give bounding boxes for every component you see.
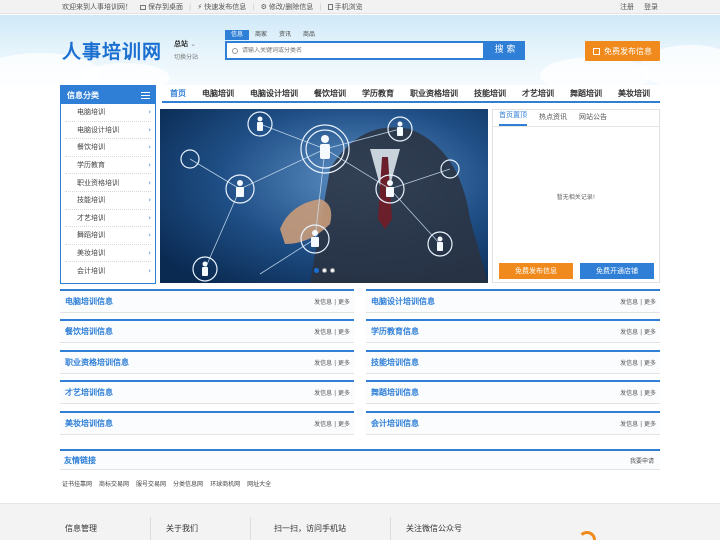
banner-image — [160, 109, 488, 283]
tab-top[interactable]: 首页置顶 — [499, 110, 527, 126]
section-header: 舞蹈培训信息 发信息 | 更多 — [366, 380, 660, 404]
chevron-right-icon: › — [148, 231, 151, 240]
register-link[interactable]: 注册 — [620, 2, 634, 12]
search-tab-shop[interactable]: 商家 — [249, 30, 273, 40]
notice-panel: 首页置顶 热点资讯 网站公告 暂无相关记录! 免费发布信息 免费开通店铺 — [492, 109, 660, 283]
edit-delete-link[interactable]: ⚙ 修改/删除信息 — [261, 2, 314, 12]
empty-message: 暂无相关记录! — [556, 194, 596, 201]
category-item[interactable]: 会计培训 › — [65, 262, 151, 280]
tab-hot-news[interactable]: 热点资讯 — [539, 112, 567, 126]
nav-item[interactable]: 美妆培训 — [610, 88, 658, 99]
chevron-right-icon: › — [148, 161, 151, 170]
slider-dot[interactable] — [329, 268, 335, 273]
site-logo[interactable]: 人事培训网 — [62, 37, 162, 64]
section-header: 电脑设计培训信息 发信息 | 更多 — [366, 289, 660, 313]
section-header: 职业资格培训信息 发信息 | 更多 — [60, 350, 354, 374]
category-header: 信息分类 — [61, 86, 155, 104]
section-header: 电脑培训信息 发信息 | 更多 — [60, 289, 354, 313]
slider-dot[interactable] — [313, 268, 319, 273]
chevron-right-icon: › — [148, 108, 151, 117]
category-panel: 信息分类 电脑培训 › 电脑设计培训 › 餐饮培训 › 学历教育 › 职业资格培训 › 技… — [60, 85, 156, 284]
friend-link[interactable]: 服号交易网 — [136, 479, 166, 488]
publish-button[interactable]: 免费发布信息 — [585, 41, 660, 61]
login-link[interactable]: 登录 — [644, 2, 658, 12]
menu-icon[interactable] — [141, 91, 150, 99]
footer-col-title: 关注微信公众号 — [406, 524, 462, 533]
nav-item[interactable]: 才艺培训 — [514, 88, 562, 99]
slider-dots — [160, 268, 488, 273]
friend-link[interactable]: 商标交易网 — [99, 479, 129, 488]
search-box — [225, 41, 485, 60]
section-header: 会计培训信息 发信息 | 更多 — [366, 411, 660, 435]
city-switch[interactable]: 总站 ⌄ — [174, 39, 196, 49]
friend-link[interactable]: 环球商机网 — [210, 479, 240, 488]
nav-item[interactable]: 电脑设计培训 — [242, 88, 306, 99]
friend-links-header: 友情链接 我要申请 — [60, 449, 660, 470]
category-item[interactable]: 舞蹈培训 › — [65, 227, 151, 245]
category-item[interactable]: 餐饮培训 › — [65, 139, 151, 157]
nav-home[interactable]: 首页 — [162, 88, 194, 99]
chevron-right-icon: › — [148, 196, 151, 205]
chevron-right-icon: › — [148, 249, 151, 258]
chevron-right-icon: › — [148, 125, 151, 134]
section-header: 技能培训信息 发信息 | 更多 — [366, 350, 660, 374]
friend-link[interactable]: 网址大全 — [247, 479, 271, 488]
search-button[interactable]: 搜 索 — [485, 41, 525, 60]
section-header: 美妆培训信息 发信息 | 更多 — [60, 411, 354, 435]
search-tab-info[interactable]: 信息 — [225, 30, 250, 40]
nav-item[interactable]: 职业资格培训 — [402, 88, 466, 99]
top-bar: 欢迎来到人事培训网！ 保存到桌面 | ⚡ 快速发布信息 | ⚙ 修改/删除信息 | … — [0, 0, 720, 14]
bolt-icon: ⚡ — [197, 3, 203, 11]
category-item[interactable]: 职业资格培训 › — [65, 174, 151, 192]
footer-col-title: 信息管理 — [65, 524, 97, 533]
tab-announcement[interactable]: 网站公告 — [579, 112, 607, 126]
slider-dot[interactable] — [321, 268, 327, 273]
category-item[interactable]: 技能培训 › — [65, 192, 151, 210]
friend-link[interactable]: 分类信息网 — [173, 479, 203, 488]
switch-station-link[interactable]: 切换分站 — [174, 52, 198, 61]
chevron-right-icon: › — [148, 267, 151, 276]
gear-icon: ⚙ — [260, 3, 267, 11]
nav-item[interactable]: 技能培训 — [466, 88, 514, 99]
category-item[interactable]: 才艺培训 › — [65, 210, 151, 228]
chevron-right-icon: › — [148, 213, 151, 222]
category-item[interactable]: 学历教育 › — [65, 157, 151, 175]
friend-link[interactable]: 证书挂靠网 — [62, 479, 92, 488]
section-header: 餐饮培训信息 发信息 | 更多 — [60, 319, 354, 343]
category-item[interactable]: 美妆培训 › — [65, 245, 151, 263]
search-input[interactable] — [242, 47, 483, 54]
mobile-icon — [327, 4, 333, 10]
category-item[interactable]: 电脑设计培训 › — [65, 122, 151, 140]
banner-slider[interactable] — [160, 109, 488, 283]
friend-links-title: 友情链接 — [64, 455, 96, 465]
quick-publish-link[interactable]: ⚡ 快速发布信息 — [197, 2, 246, 12]
section-header: 学历教育信息 发信息 | 更多 — [366, 319, 660, 343]
footer-col-title: 关于我们 — [166, 524, 198, 533]
open-shop-button[interactable]: 免费开通店铺 — [580, 263, 654, 279]
save-desktop-link[interactable]: 保存到桌面 — [140, 2, 183, 12]
apply-link[interactable]: 我要申请 — [630, 456, 654, 465]
search-tab-news[interactable]: 资讯 — [273, 30, 297, 40]
chevron-right-icon: › — [148, 143, 151, 152]
mobile-browse-link[interactable]: 手机浏览 — [327, 2, 363, 12]
nav-item[interactable]: 舞蹈培训 — [562, 88, 610, 99]
category-item[interactable]: 电脑培训 › — [65, 104, 151, 122]
nav-item[interactable]: 学历教育 — [354, 88, 402, 99]
monitor-icon — [140, 4, 146, 10]
search-tabs: 信息 商家 资讯 商品 — [225, 30, 321, 40]
friend-links: 证书挂靠网 商标交易网 服号交易网 分类信息网 环球商机网 网址大全 — [62, 479, 271, 488]
section-header: 才艺培训信息 发信息 | 更多 — [60, 380, 354, 404]
nav-item[interactable]: 电脑培训 — [194, 88, 242, 99]
free-publish-button[interactable]: 免费发布信息 — [499, 263, 573, 279]
chevron-right-icon: › — [148, 178, 151, 187]
search-icon — [232, 47, 238, 54]
welcome-text: 欢迎来到人事培训网！ — [62, 3, 132, 11]
edit-icon — [593, 47, 600, 55]
nav-item[interactable]: 餐饮培训 — [306, 88, 354, 99]
header: 人事培训网 总站 ⌄ 切换分站 信息 商家 资讯 商品 搜 索 免费发布信息 — [0, 15, 720, 93]
footer: 信息管理 关于我们 扫一扫，访问手机站 关注微信公众号 — [0, 503, 720, 540]
search-tab-goods[interactable]: 商品 — [297, 30, 321, 40]
main-nav: 首页 电脑培训 电脑设计培训 餐饮培训 学历教育 职业资格培训 技能培训 才艺培… — [162, 85, 660, 103]
footer-col-title: 扫一扫，访问手机站 — [274, 524, 346, 533]
